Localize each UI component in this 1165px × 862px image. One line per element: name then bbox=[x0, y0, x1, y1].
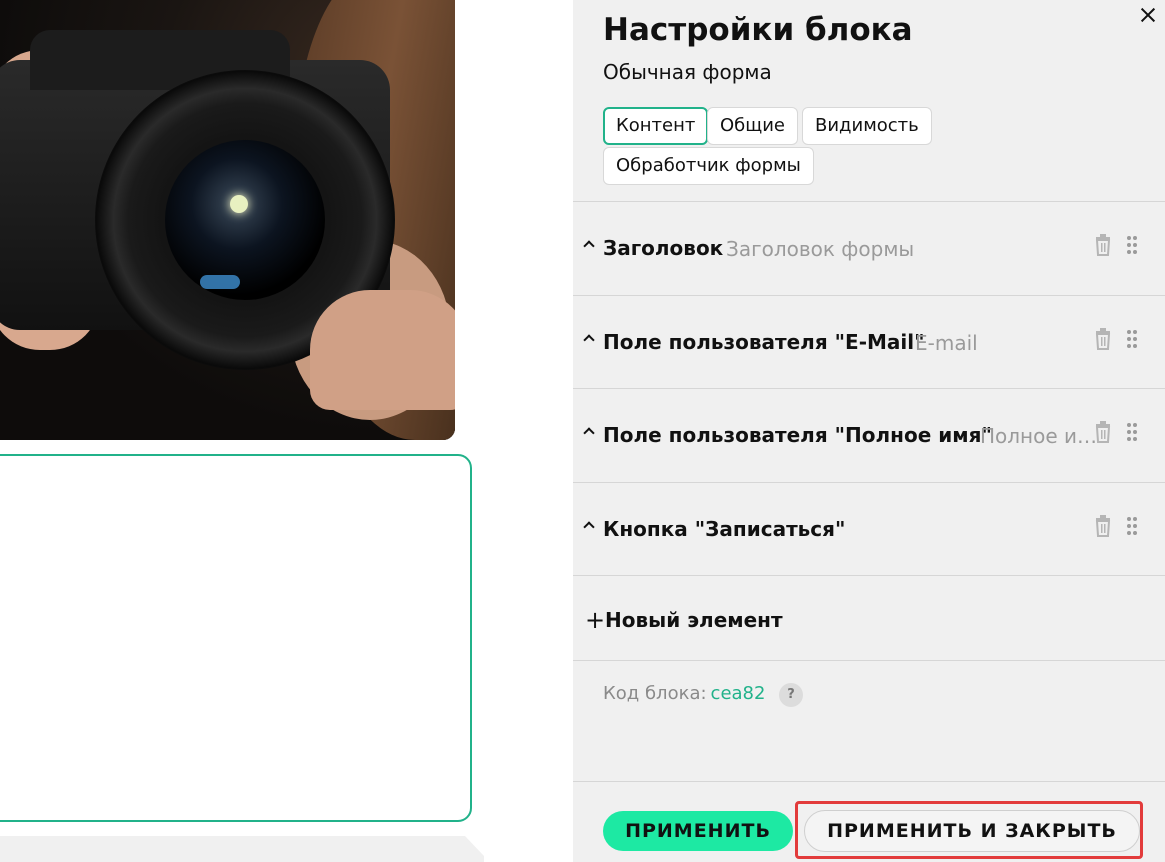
form-element-item[interactable]: Поле пользователя "Полное имя" Полное им… bbox=[573, 389, 1165, 481]
help-icon[interactable]: ? bbox=[779, 683, 803, 707]
drag-handle-icon[interactable] bbox=[1126, 516, 1138, 536]
chevron-up-icon[interactable] bbox=[583, 240, 595, 252]
block-settings-panel: Настройки блока Обычная форма Контент Об… bbox=[573, 0, 1165, 862]
drag-handle-icon[interactable] bbox=[1126, 235, 1138, 255]
trash-icon[interactable] bbox=[1094, 328, 1112, 350]
camera-photo-image bbox=[0, 0, 455, 440]
tab-form-handler[interactable]: Обработчик формы bbox=[603, 147, 814, 185]
apply-button[interactable]: ПРИМЕНИТЬ bbox=[603, 811, 793, 851]
block-code-label: Код блока: bbox=[603, 683, 707, 704]
form-element-hint: Полное имя bbox=[980, 424, 1098, 448]
divider bbox=[573, 660, 1165, 661]
tab-content[interactable]: Контент bbox=[603, 107, 709, 145]
trash-icon[interactable] bbox=[1094, 515, 1112, 537]
tab-visibility[interactable]: Видимость bbox=[802, 107, 932, 145]
form-element-item[interactable]: Кнопка "Записаться" bbox=[573, 483, 1165, 575]
block-preview bbox=[0, 0, 573, 862]
form-element-item[interactable]: Поле пользователя "E-Mail" E-mail bbox=[573, 296, 1165, 388]
form-element-title: Поле пользователя "Полное имя" bbox=[603, 423, 992, 447]
chevron-up-icon[interactable] bbox=[583, 521, 595, 533]
form-element-title: Заголовок bbox=[603, 236, 724, 260]
apply-and-close-button[interactable]: ПРИМЕНИТЬ И ЗАКРЫТЬ bbox=[804, 810, 1140, 852]
new-element-label: Новый элемент bbox=[605, 608, 783, 632]
tab-general[interactable]: Общие bbox=[707, 107, 798, 145]
trash-icon[interactable] bbox=[1094, 234, 1112, 256]
panel-title: Настройки блока bbox=[603, 12, 913, 48]
form-element-item[interactable]: Заголовок Заголовок формы bbox=[573, 202, 1165, 294]
block-code-value: cea82 bbox=[710, 683, 766, 704]
drag-handle-icon[interactable] bbox=[1126, 329, 1138, 349]
panel-subtitle: Обычная форма bbox=[603, 60, 772, 84]
drag-handle-icon[interactable] bbox=[1126, 422, 1138, 442]
divider bbox=[573, 575, 1165, 576]
trash-icon[interactable] bbox=[1094, 421, 1112, 443]
selected-form-block[interactable] bbox=[0, 454, 472, 822]
next-block-edge bbox=[0, 836, 484, 862]
block-code: Код блока: cea82 bbox=[603, 683, 765, 704]
close-icon[interactable] bbox=[1137, 4, 1159, 26]
chevron-up-icon[interactable] bbox=[583, 427, 595, 439]
form-element-title: Кнопка "Записаться" bbox=[603, 517, 846, 541]
plus-icon: + bbox=[585, 606, 606, 634]
divider bbox=[573, 781, 1165, 782]
chevron-up-icon[interactable] bbox=[583, 334, 595, 346]
form-element-title: Поле пользователя "E-Mail" bbox=[603, 330, 925, 354]
form-element-hint: E-mail bbox=[915, 331, 978, 355]
form-element-hint: Заголовок формы bbox=[726, 237, 915, 261]
